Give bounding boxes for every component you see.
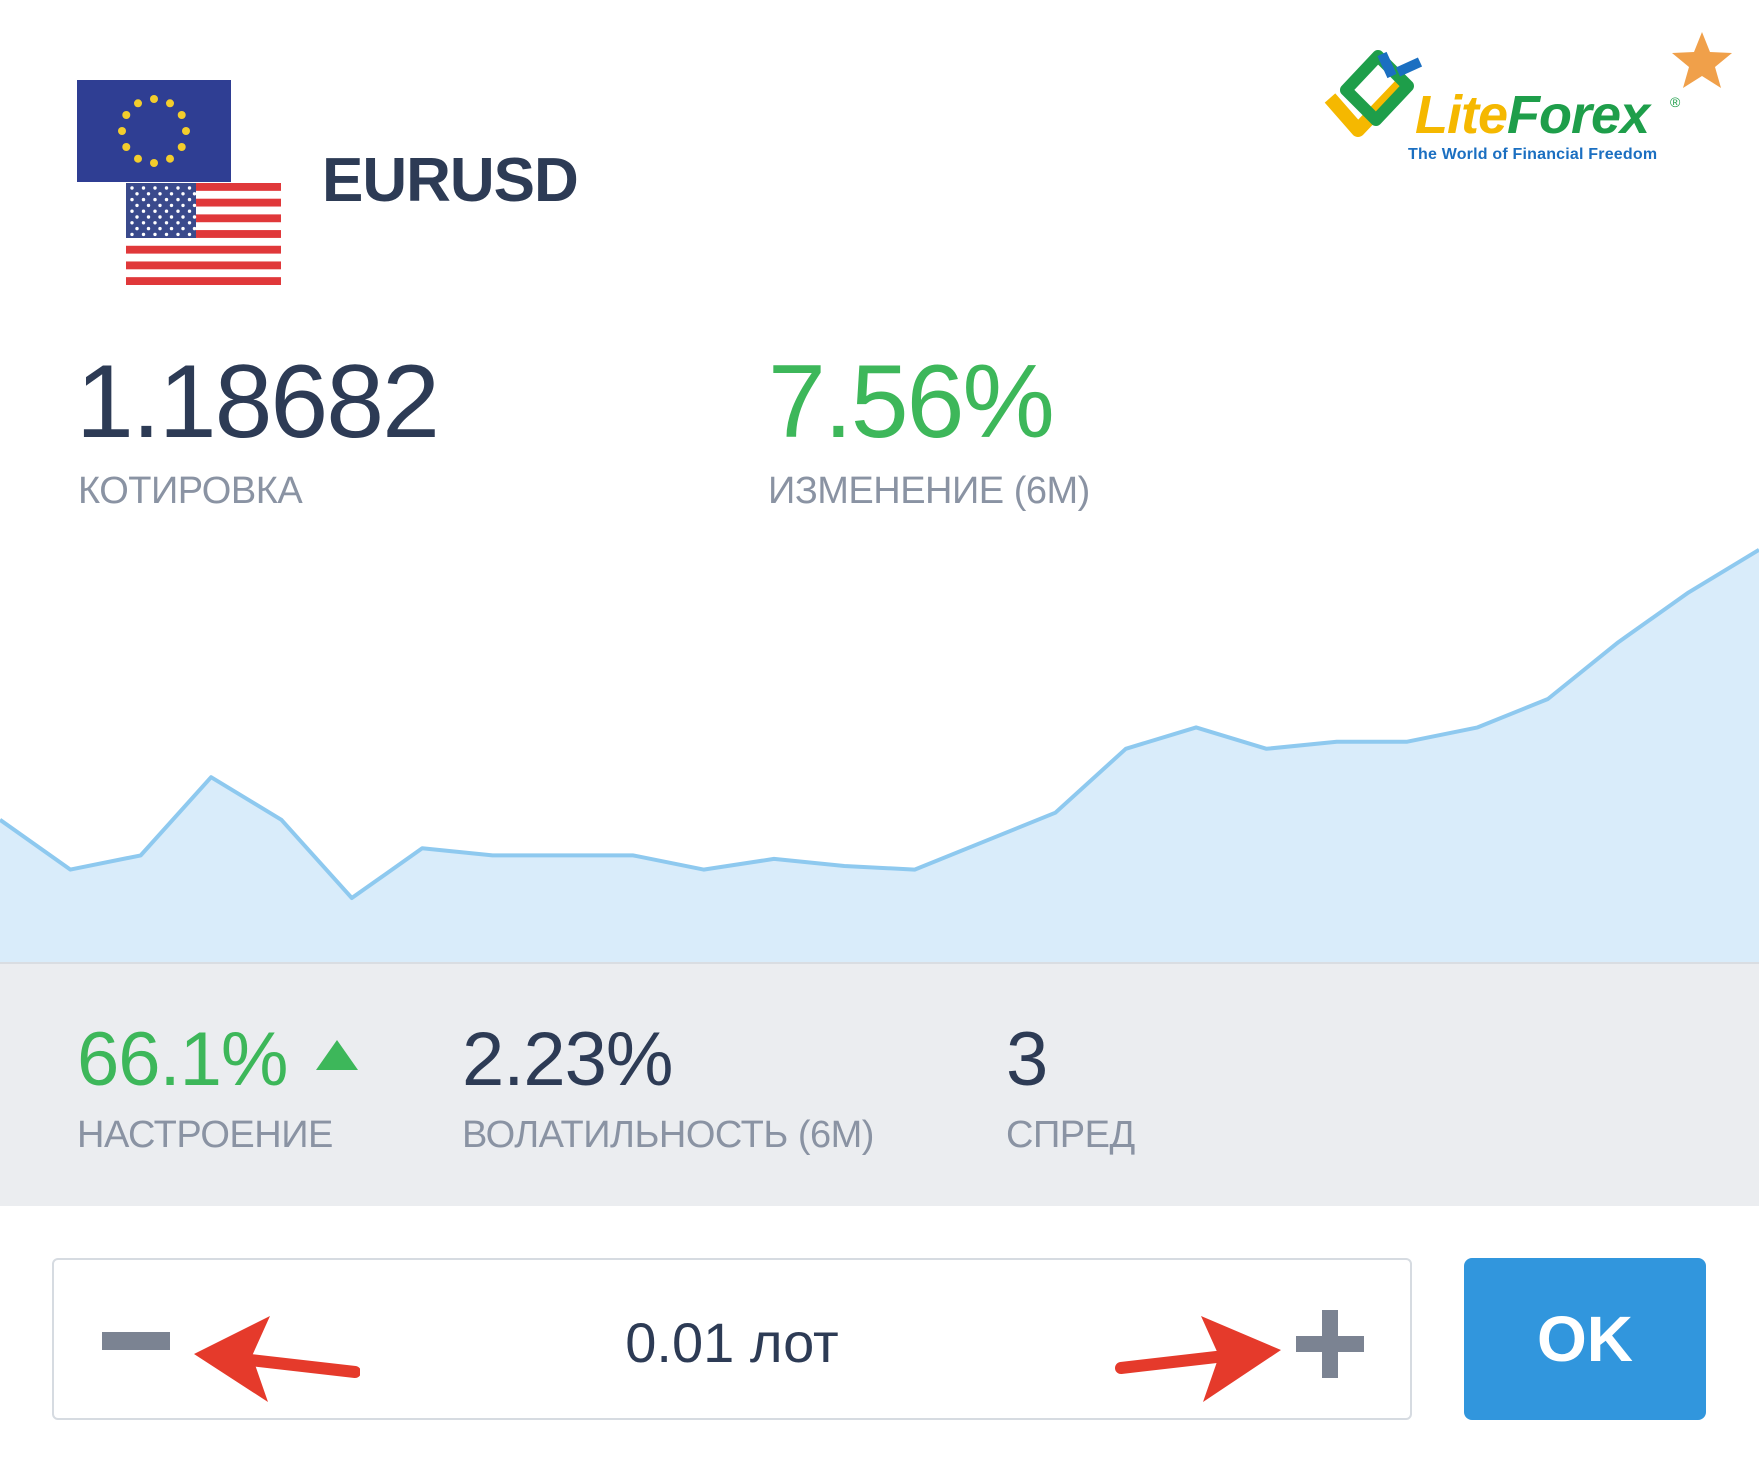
instrument-card: EURUSD LiteForex ® The World of Financia… (0, 0, 1759, 1476)
sentiment-label: НАСТРОЕНИЕ (77, 1114, 333, 1156)
triangle-up-icon (316, 1040, 358, 1070)
quote-value: 1.18682 (76, 344, 440, 460)
us-flag-icon (126, 183, 281, 285)
increase-lot-button[interactable] (1292, 1304, 1372, 1384)
currency-pair-flags (77, 80, 282, 285)
stats-panel: 66.1% НАСТРОЕНИЕ 2.23% ВОЛАТИЛЬНОСТЬ (6М… (0, 962, 1759, 1206)
annotation-arrow-left-icon (194, 1316, 360, 1402)
liteforex-logo: LiteForex ® The World of Financial Freed… (1320, 50, 1700, 170)
logo-mark-icon (1324, 50, 1423, 137)
star-icon[interactable] (1670, 28, 1734, 92)
spread-value: 3 (1006, 1017, 1048, 1102)
instrument-symbol: EURUSD (322, 146, 579, 215)
volatility-value: 2.23% (462, 1017, 673, 1102)
eu-flag-icon (77, 80, 231, 182)
logo-wordmark: LiteForex (1415, 85, 1650, 145)
ok-button[interactable]: OK (1464, 1258, 1706, 1420)
chart-area-fill (0, 549, 1759, 962)
annotation-arrow-right-icon (1115, 1316, 1281, 1402)
sentiment-value: 66.1% (77, 1017, 288, 1102)
change-value: 7.56% (768, 344, 1055, 460)
registered-mark: ® (1670, 94, 1681, 110)
price-area-chart (0, 548, 1759, 962)
volatility-label: ВОЛАТИЛЬНОСТЬ (6М) (462, 1114, 874, 1156)
spread-label: СПРЕД (1006, 1114, 1135, 1156)
logo-tagline: The World of Financial Freedom (1408, 146, 1658, 163)
